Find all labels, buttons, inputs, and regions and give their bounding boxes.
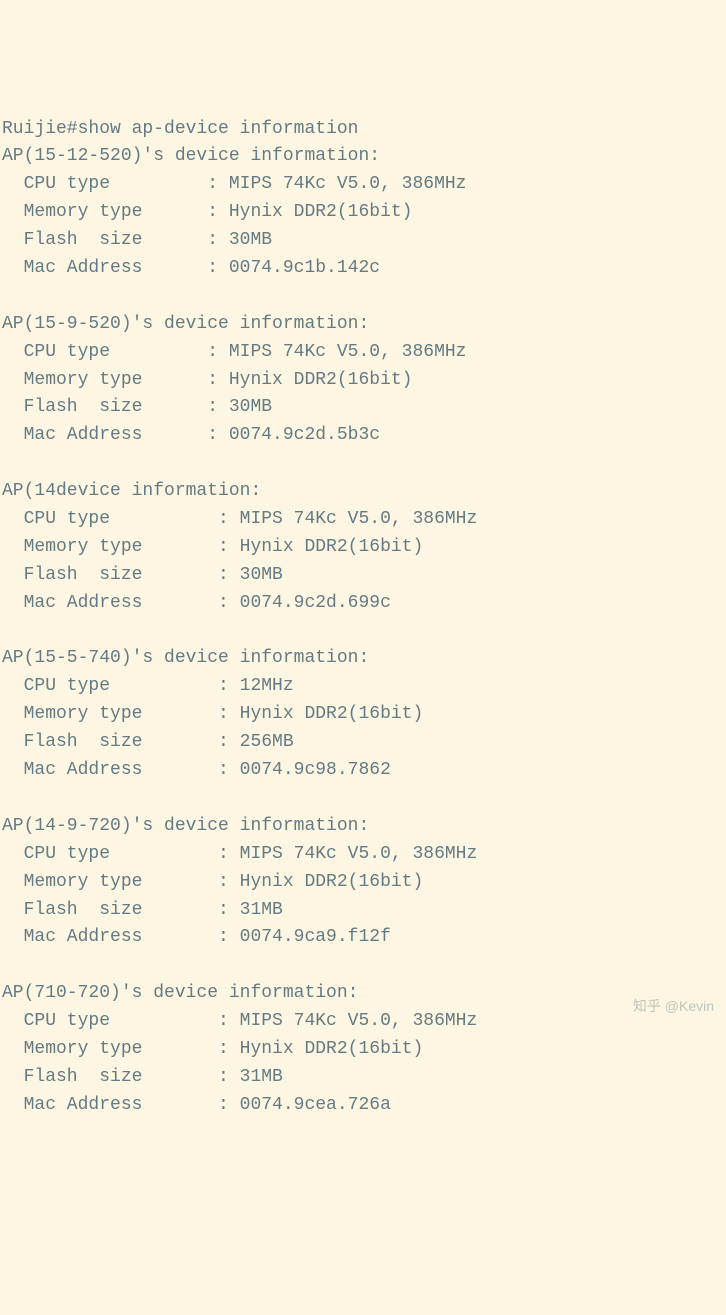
mem-label-3: Memory type :: [2, 704, 240, 724]
cpu-value-3: 12MHz: [240, 676, 294, 696]
cpu-label-5: CPU type :: [2, 1011, 240, 1031]
mac-value-0: 0074.9c1b.142c: [229, 258, 380, 278]
device-header-4: AP(14-9-720)'s device information:: [2, 816, 369, 836]
flash-label-1: Flash size :: [2, 397, 229, 417]
terminal-output: Ruijie#show ap-device information AP(15-…: [2, 116, 724, 1120]
cpu-label-2: CPU type :: [2, 509, 240, 529]
mac-value-2: 0074.9c2d.699c: [240, 593, 391, 613]
mac-label-1: Mac Address :: [2, 425, 229, 445]
mem-value-5: Hynix DDR2(16bit): [240, 1039, 424, 1059]
mac-value-3: 0074.9c98.7862: [240, 760, 391, 780]
command-text: show ap-device information: [78, 119, 359, 139]
flash-value-5: 31MB: [240, 1067, 283, 1087]
mem-label-1: Memory type :: [2, 370, 229, 390]
shell-prompt: Ruijie#: [2, 119, 78, 139]
mac-value-4: 0074.9ca9.f12f: [240, 927, 391, 947]
flash-value-3: 256MB: [240, 732, 294, 752]
device-header-2: AP(14device information:: [2, 481, 261, 501]
mac-label-0: Mac Address :: [2, 258, 229, 278]
mem-label-5: Memory type :: [2, 1039, 240, 1059]
cpu-value-0: MIPS 74Kc V5.0, 386MHz: [229, 174, 467, 194]
mem-label-4: Memory type :: [2, 872, 240, 892]
device-header-3: AP(15-5-740)'s device information:: [2, 648, 369, 668]
cpu-label-4: CPU type :: [2, 844, 240, 864]
cpu-value-1: MIPS 74Kc V5.0, 386MHz: [229, 342, 467, 362]
flash-value-4: 31MB: [240, 900, 283, 920]
device-header-5: AP(710-720)'s device information:: [2, 983, 358, 1003]
mac-label-5: Mac Address :: [2, 1095, 240, 1115]
mem-label-2: Memory type :: [2, 537, 240, 557]
watermark: 知乎 @Kevin: [633, 996, 714, 1018]
cpu-label-0: CPU type :: [2, 174, 229, 194]
mem-label-0: Memory type :: [2, 202, 229, 222]
mac-label-3: Mac Address :: [2, 760, 240, 780]
mem-value-2: Hynix DDR2(16bit): [240, 537, 424, 557]
mem-value-1: Hynix DDR2(16bit): [229, 370, 413, 390]
mac-label-2: Mac Address :: [2, 593, 240, 613]
flash-label-0: Flash size :: [2, 230, 229, 250]
flash-value-0: 30MB: [229, 230, 272, 250]
mac-label-4: Mac Address :: [2, 927, 240, 947]
flash-label-5: Flash size :: [2, 1067, 240, 1087]
device-header-0: AP(15-12-520)'s device information:: [2, 146, 380, 166]
flash-value-1: 30MB: [229, 397, 272, 417]
flash-label-3: Flash size :: [2, 732, 240, 752]
cpu-label-3: CPU type :: [2, 676, 240, 696]
device-header-1: AP(15-9-520)'s device information:: [2, 314, 369, 334]
mac-value-5: 0074.9cea.726a: [240, 1095, 391, 1115]
flash-value-2: 30MB: [240, 565, 283, 585]
mem-value-4: Hynix DDR2(16bit): [240, 872, 424, 892]
cpu-label-1: CPU type :: [2, 342, 229, 362]
mac-value-1: 0074.9c2d.5b3c: [229, 425, 380, 445]
mem-value-3: Hynix DDR2(16bit): [240, 704, 424, 724]
flash-label-2: Flash size :: [2, 565, 240, 585]
mem-value-0: Hynix DDR2(16bit): [229, 202, 413, 222]
cpu-value-5: MIPS 74Kc V5.0, 386MHz: [240, 1011, 478, 1031]
cpu-value-2: MIPS 74Kc V5.0, 386MHz: [240, 509, 478, 529]
cpu-value-4: MIPS 74Kc V5.0, 386MHz: [240, 844, 478, 864]
flash-label-4: Flash size :: [2, 900, 240, 920]
